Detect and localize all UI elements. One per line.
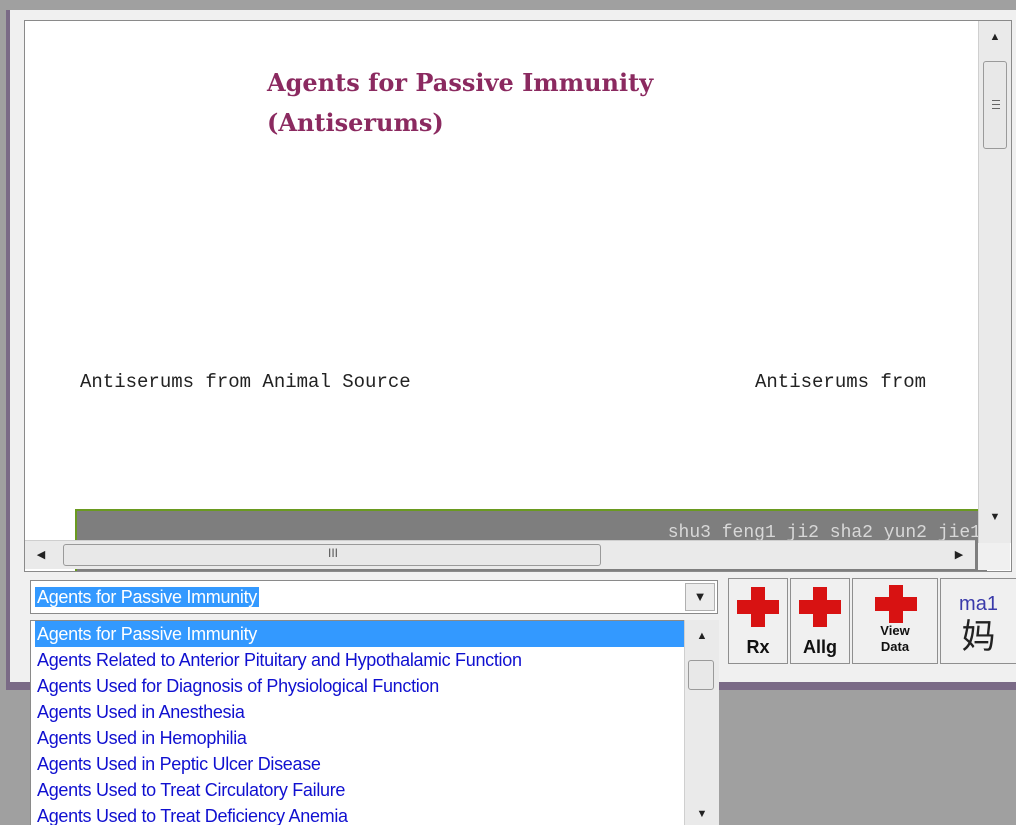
node-animal-source[interactable]: Antiserums from Animal Source — [80, 371, 411, 393]
list-item[interactable]: Agents Used to Treat Deficiency Anemia — [35, 803, 685, 825]
scroll-down-arrow-icon[interactable]: ▼ — [987, 511, 1003, 523]
data-label: Data — [880, 639, 910, 654]
chinese-character: 妈 — [961, 618, 996, 656]
list-item[interactable]: Agents Used in Hemophilia — [35, 725, 685, 751]
list-scrollbar[interactable]: ▲ ▼ — [684, 620, 719, 825]
list-scroll-down-arrow-icon[interactable]: ▼ — [694, 808, 710, 820]
vertical-scrollbar[interactable]: ▲ ▼ — [978, 21, 1011, 543]
pinyin-button[interactable]: ma1 妈 — [940, 578, 1016, 664]
title-line-1: Agents for Passive Immunity — [267, 68, 654, 97]
view-label: View — [880, 623, 910, 638]
diagram-title: Agents for Passive Immunity (Antiserums) — [267, 63, 653, 143]
content-viewer[interactable]: Agents for Passive Immunity (Antiserums)… — [24, 20, 1012, 572]
list-item[interactable]: Agents for Passive Immunity — [35, 621, 685, 647]
category-list[interactable]: Agents for Passive Immunity Agents Relat… — [30, 620, 718, 825]
title-line-2: (Antiserums) — [267, 108, 444, 137]
list-item[interactable]: Agents Used in Anesthesia — [35, 699, 685, 725]
horizontal-scrollbar[interactable]: ◀ III ▶ — [25, 540, 975, 569]
list-item[interactable]: Agents Used in Peptic Ulcer Disease — [35, 751, 685, 777]
dropdown-arrow-icon[interactable]: ▼ — [685, 583, 715, 611]
scroll-corner — [978, 543, 1010, 570]
list-scroll-thumb[interactable] — [688, 660, 714, 690]
scroll-grip: III — [328, 546, 339, 560]
rx-button[interactable]: Rx — [728, 578, 788, 664]
rx-label: Rx — [746, 637, 770, 657]
allergy-button[interactable]: Allg — [790, 578, 850, 664]
category-combobox[interactable]: Agents for Passive Immunity ▼ — [30, 580, 718, 614]
list-item[interactable]: Agents Related to Anterior Pituitary and… — [35, 647, 685, 673]
view-data-button[interactable]: View Data — [852, 578, 938, 664]
node-right[interactable]: Antiserums from — [755, 371, 926, 393]
scroll-left-arrow-icon[interactable]: ◀ — [33, 549, 49, 561]
horizontal-scroll-thumb[interactable]: III — [63, 544, 601, 566]
allg-label: Allg — [803, 637, 837, 657]
scroll-up-arrow-icon[interactable]: ▲ — [987, 31, 1003, 43]
scroll-right-arrow-icon[interactable]: ▶ — [951, 549, 967, 561]
vertical-scroll-thumb[interactable] — [983, 61, 1007, 149]
list-item[interactable]: Agents Used for Diagnosis of Physiologic… — [35, 673, 685, 699]
view-data-label: View Data — [853, 623, 937, 655]
list-scroll-up-arrow-icon[interactable]: ▲ — [694, 630, 710, 642]
list-item[interactable]: Agents Used to Treat Circulatory Failure — [35, 777, 685, 803]
combobox-value[interactable]: Agents for Passive Immunity — [35, 587, 259, 607]
